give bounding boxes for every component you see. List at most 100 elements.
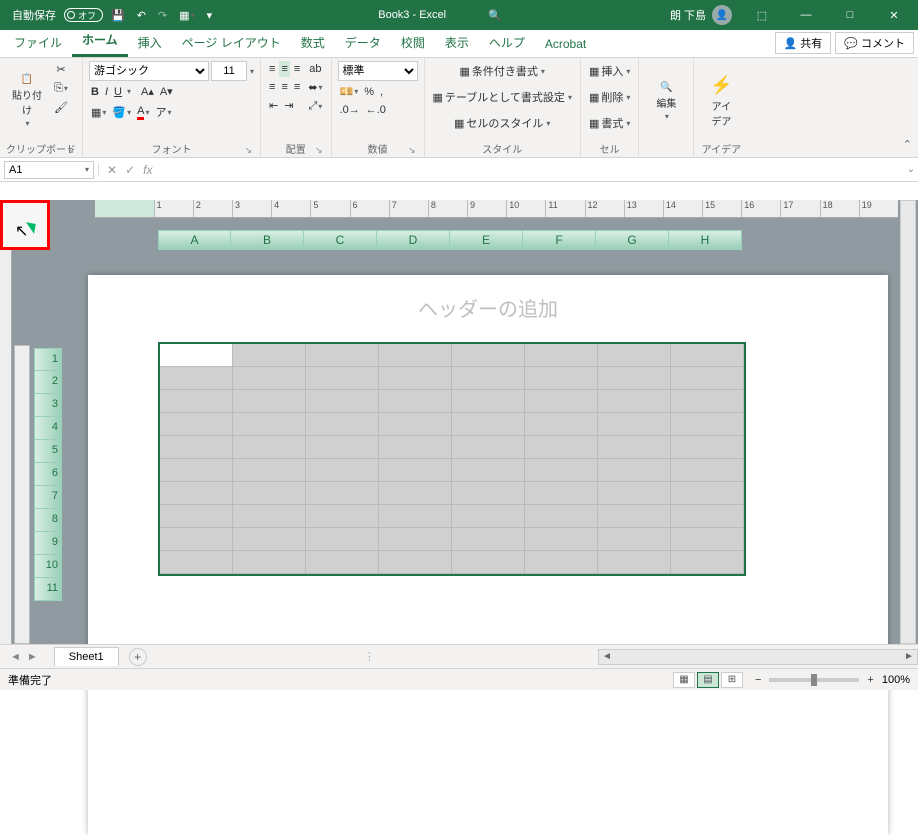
- cell[interactable]: [525, 390, 598, 413]
- cell[interactable]: [306, 413, 379, 436]
- number-launcher[interactable]: ↘: [408, 145, 416, 156]
- cell[interactable]: [598, 551, 671, 574]
- autosave-toggle[interactable]: オフ: [64, 8, 103, 22]
- cell[interactable]: [525, 551, 598, 574]
- user-account[interactable]: 朗 下島 👤: [664, 5, 738, 25]
- name-box[interactable]: A1▾: [4, 161, 94, 179]
- paste-button[interactable]: 📋 貼り付け▾: [6, 61, 48, 141]
- editing-button[interactable]: 🔍 編集▾: [645, 61, 687, 141]
- cell[interactable]: [233, 482, 306, 505]
- cell[interactable]: [525, 344, 598, 367]
- font-launcher[interactable]: ↘: [244, 145, 252, 156]
- minimize-icon[interactable]: —: [786, 0, 826, 30]
- cell[interactable]: [306, 436, 379, 459]
- cell[interactable]: [598, 344, 671, 367]
- cell[interactable]: [160, 413, 233, 436]
- row-header[interactable]: 4: [34, 417, 62, 440]
- comments-button[interactable]: 💬コメント: [835, 32, 914, 54]
- cell[interactable]: [671, 528, 744, 551]
- cell[interactable]: [598, 459, 671, 482]
- cell[interactable]: [379, 436, 452, 459]
- increase-font-icon[interactable]: A▴: [139, 83, 156, 100]
- zoom-level[interactable]: 100%: [882, 674, 910, 686]
- sheet-tab-sheet1[interactable]: Sheet1: [54, 647, 119, 666]
- tab-home[interactable]: ホーム: [72, 25, 128, 57]
- cell[interactable]: [598, 413, 671, 436]
- align-middle-icon[interactable]: ≡: [279, 61, 289, 77]
- cell[interactable]: [233, 367, 306, 390]
- cell[interactable]: [598, 436, 671, 459]
- phonetic-icon[interactable]: ア▾: [154, 102, 174, 122]
- number-format-select[interactable]: 標準: [338, 61, 418, 81]
- merge-center-icon[interactable]: ⬌▾: [306, 79, 324, 96]
- cell[interactable]: [160, 367, 233, 390]
- cell[interactable]: [233, 344, 306, 367]
- percent-icon[interactable]: %: [362, 84, 376, 100]
- cell[interactable]: [233, 528, 306, 551]
- underline-button[interactable]: U: [112, 84, 124, 100]
- column-header[interactable]: C: [304, 230, 377, 250]
- cell[interactable]: [160, 436, 233, 459]
- row-header[interactable]: 10: [34, 555, 62, 578]
- cell[interactable]: [160, 482, 233, 505]
- tab-help[interactable]: ヘルプ: [479, 28, 535, 57]
- margin-marker[interactable]: ↖: [0, 200, 50, 250]
- cell[interactable]: [452, 505, 525, 528]
- cell[interactable]: [160, 390, 233, 413]
- cell[interactable]: [671, 390, 744, 413]
- enter-formula-icon[interactable]: ✓: [125, 163, 135, 177]
- cell-grid[interactable]: [158, 342, 746, 576]
- format-as-table-button[interactable]: ▦テーブルとして書式設定▾: [431, 87, 574, 107]
- font-size-input[interactable]: [211, 61, 247, 81]
- cell[interactable]: [598, 390, 671, 413]
- row-header[interactable]: 11: [34, 578, 62, 601]
- ideas-button[interactable]: ⚡ アイ デア: [700, 61, 742, 141]
- delete-cells-button[interactable]: ▦削除▾: [587, 87, 632, 107]
- view-page-break-icon[interactable]: ⊞: [721, 672, 743, 688]
- column-header[interactable]: B: [231, 230, 304, 250]
- cell[interactable]: [233, 551, 306, 574]
- cell[interactable]: [306, 482, 379, 505]
- decrease-font-icon[interactable]: A▾: [158, 83, 175, 100]
- formula-input[interactable]: [160, 160, 904, 180]
- cell[interactable]: [671, 482, 744, 505]
- cell[interactable]: [598, 482, 671, 505]
- cell[interactable]: [160, 344, 233, 367]
- tab-insert[interactable]: 挿入: [128, 28, 172, 57]
- orientation-icon[interactable]: ⤢▾: [306, 98, 324, 115]
- add-sheet-button[interactable]: +: [129, 648, 147, 666]
- cell[interactable]: [452, 413, 525, 436]
- format-painter-icon[interactable]: 🖌: [52, 99, 70, 116]
- row-header[interactable]: 9: [34, 532, 62, 555]
- cell[interactable]: [233, 436, 306, 459]
- decrease-indent-icon[interactable]: ⇤: [267, 97, 280, 114]
- cell[interactable]: [671, 413, 744, 436]
- cell[interactable]: [525, 528, 598, 551]
- cell[interactable]: [379, 367, 452, 390]
- italic-button[interactable]: I: [103, 84, 110, 100]
- vertical-scrollbar[interactable]: [900, 200, 916, 644]
- tab-formulas[interactable]: 数式: [291, 28, 335, 57]
- insert-cells-button[interactable]: ▦挿入▾: [587, 61, 632, 81]
- cell[interactable]: [379, 482, 452, 505]
- cell[interactable]: [452, 459, 525, 482]
- cell[interactable]: [598, 528, 671, 551]
- sheet-nav-prev-icon[interactable]: ◄: [10, 651, 21, 663]
- header-placeholder[interactable]: ヘッダーの追加: [88, 275, 888, 340]
- cell[interactable]: [452, 367, 525, 390]
- tab-page-layout[interactable]: ページ レイアウト: [172, 28, 291, 57]
- cell[interactable]: [671, 367, 744, 390]
- cell[interactable]: [233, 390, 306, 413]
- cell[interactable]: [671, 344, 744, 367]
- tab-file[interactable]: ファイル: [4, 28, 72, 57]
- cell[interactable]: [160, 505, 233, 528]
- sheet-nav-next-icon[interactable]: ►: [27, 651, 38, 663]
- scroll-right-icon[interactable]: ►: [901, 651, 917, 662]
- copy-icon[interactable]: ⎘▾: [52, 80, 70, 97]
- cell[interactable]: [379, 528, 452, 551]
- cell[interactable]: [306, 390, 379, 413]
- redo-icon[interactable]: ↷: [154, 7, 171, 24]
- horizontal-scrollbar[interactable]: ◄ ►: [598, 649, 918, 665]
- cell[interactable]: [379, 505, 452, 528]
- cell[interactable]: [598, 367, 671, 390]
